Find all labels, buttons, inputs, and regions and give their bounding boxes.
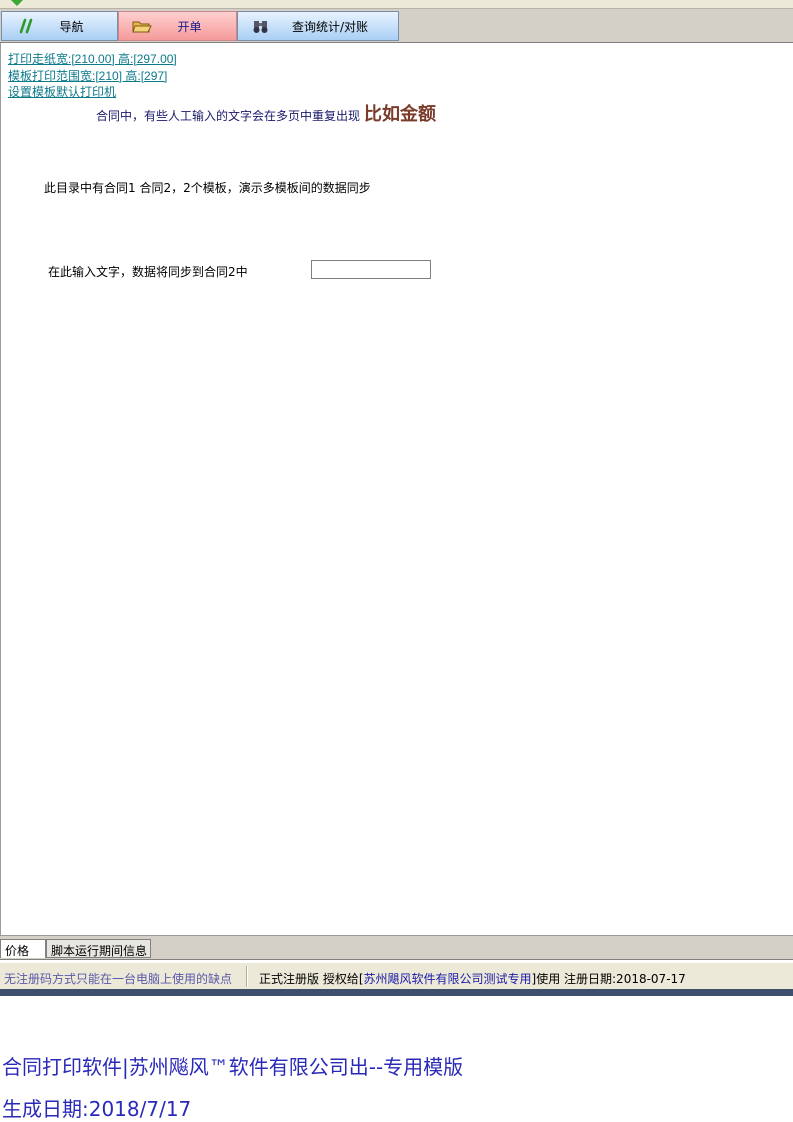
status-divider: [246, 966, 248, 987]
tab-query[interactable]: 查询统计/对账: [237, 11, 399, 41]
repeat-text-note: 合同中，有些人工输入的文字会在多页中重复出现 比如金额: [96, 100, 436, 126]
status-register-date: ]使用 注册日期:2018-07-17: [531, 972, 686, 986]
repeat-text-note-text: 合同中，有些人工输入的文字会在多页中重复出现: [96, 109, 361, 123]
binoculars-icon: [250, 17, 272, 35]
top-strip: [0, 0, 793, 9]
tab-nav[interactable]: 导航: [1, 11, 118, 41]
tab-query-label: 查询统计/对账: [291, 19, 369, 34]
status-licensee: 苏州飓风软件有限公司测试专用: [363, 972, 532, 986]
open-folder-icon: [131, 17, 153, 35]
tab-open-label: 开单: [177, 19, 202, 34]
template-range-link[interactable]: 模板打印范围宽:[210] 高:[297]: [8, 67, 167, 84]
green-slash-icon: [14, 17, 36, 35]
tab-price[interactable]: 价格: [0, 939, 46, 958]
status-registration-hint: 无注册码方式只能在一台电脑上使用的缺点: [4, 972, 233, 986]
status-bottom-bar: [0, 989, 793, 996]
status-bar: 无注册码方式只能在一台电脑上使用的缺点 正式注册版 授权给[苏州飓风软件有限公司…: [0, 962, 793, 990]
footer-date: 生成日期:2018/7/17: [2, 1097, 192, 1121]
sync-text-input[interactable]: [311, 260, 431, 279]
green-triangle-icon: [11, 0, 23, 6]
directory-description: 此目录中有合同1 合同2，2个模板，演示多模板间的数据同步: [44, 181, 371, 195]
amount-example-text: 比如金额: [364, 104, 437, 125]
paper-size-link[interactable]: 打印走纸宽:[210.00] 高:[297.00]: [8, 50, 177, 67]
footer-title: 合同打印软件|苏州飚风™软件有限公司出--专用模版: [2, 1055, 464, 1079]
main-content: 打印走纸宽:[210.00] 高:[297.00] 模板打印范围宽:[210] …: [0, 43, 793, 936]
tab-open[interactable]: 开单: [118, 11, 237, 41]
status-edition: 正式注册版 授权给[: [259, 972, 364, 986]
sync-input-label: 在此输入文字，数据将同步到合同2中: [48, 265, 248, 279]
bottom-tabbar: 价格 脚本运行期间信息: [0, 936, 793, 960]
tab-nav-label: 导航: [59, 19, 84, 34]
default-printer-link[interactable]: 设置模板默认打印机: [8, 83, 116, 100]
tab-script-info[interactable]: 脚本运行期间信息: [46, 939, 151, 958]
status-license-info: 正式注册版 授权给[苏州飓风软件有限公司测试专用]使用 注册日期:2018-07…: [259, 970, 686, 987]
module-tabbar: 导航 开单 查询统计/对账: [0, 9, 793, 44]
